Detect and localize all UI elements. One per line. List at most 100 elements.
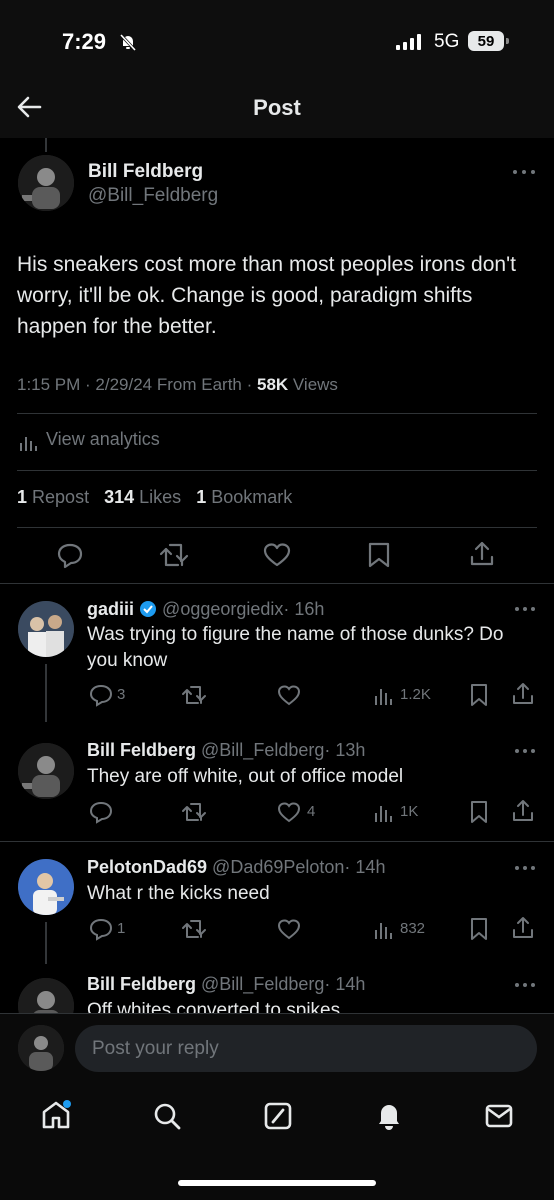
avatar[interactable] bbox=[18, 978, 74, 1014]
author-handle[interactable]: @Bill_Feldberg bbox=[88, 185, 218, 207]
heart-icon[interactable] bbox=[277, 917, 301, 941]
reply-header: gadiii @oggeorgiedix· 16h bbox=[87, 599, 324, 620]
reply-item[interactable]: Bill Feldberg @Bill_Feldberg· 14h Off wh… bbox=[0, 964, 554, 1014]
views-count: 58K bbox=[256, 375, 289, 394]
tweet-meta: 1:15 PM · 2/29/24 From Earth · 58K Views bbox=[17, 375, 338, 395]
reply-actions: 3 1.2K bbox=[87, 682, 537, 708]
more-horizontal-icon[interactable] bbox=[514, 864, 536, 872]
reply-actions: 4 1K bbox=[87, 799, 537, 825]
bell-slash-icon bbox=[119, 33, 137, 52]
likes-count: 314 bbox=[104, 487, 135, 507]
avatar[interactable] bbox=[18, 155, 74, 211]
bell-icon[interactable] bbox=[374, 1100, 404, 1132]
reply-icon[interactable] bbox=[89, 800, 113, 824]
reply-header: PelotonDad69 @Dad69Peloton· 14h bbox=[87, 857, 385, 878]
reply-author-name[interactable]: gadiii bbox=[87, 599, 134, 619]
view-analytics-label: View analytics bbox=[46, 429, 160, 449]
search-icon[interactable] bbox=[152, 1101, 182, 1131]
reply-time[interactable]: · 16h bbox=[283, 599, 324, 619]
bookmark-icon[interactable] bbox=[469, 917, 489, 941]
reply-text: Was trying to figure the name of those d… bbox=[87, 624, 504, 671]
repost-icon[interactable] bbox=[181, 800, 207, 824]
reposts-stat[interactable]: 1 Repost bbox=[17, 487, 89, 507]
bookmarks-stat[interactable]: 1 Bookmark bbox=[196, 487, 292, 507]
bottom-nav bbox=[0, 1085, 554, 1200]
avatar[interactable] bbox=[18, 859, 74, 915]
divider bbox=[17, 470, 537, 471]
bookmarks-count: 1 bbox=[196, 487, 207, 507]
bookmark-icon[interactable] bbox=[469, 683, 489, 707]
reply-item[interactable]: gadiii @oggeorgiedix· 16h Was trying to … bbox=[0, 584, 554, 722]
reply-item[interactable]: PelotonDad69 @Dad69Peloton· 14h What r t… bbox=[0, 842, 554, 964]
reply-author-handle[interactable]: @Bill_Feldberg bbox=[201, 974, 324, 994]
bar-chart-icon[interactable] bbox=[374, 684, 394, 706]
battery-level: 59 bbox=[477, 33, 495, 50]
reply-icon[interactable] bbox=[89, 683, 113, 707]
bar-chart-icon[interactable] bbox=[374, 918, 394, 940]
reply-author-handle[interactable]: @oggeorgiedix bbox=[162, 599, 283, 619]
divider bbox=[17, 413, 537, 414]
page-title: Post bbox=[253, 95, 301, 120]
thread-line bbox=[45, 922, 47, 964]
engagement-stats: 1 Repost 314 Likes 1 Bookmark bbox=[17, 487, 292, 508]
share-icon[interactable] bbox=[511, 916, 535, 940]
heart-icon[interactable] bbox=[277, 800, 301, 824]
bar-chart-icon[interactable] bbox=[374, 801, 394, 823]
reply-count: 3 bbox=[117, 686, 126, 703]
reply-time[interactable]: · 13h bbox=[324, 740, 365, 760]
bookmark-icon[interactable] bbox=[469, 800, 489, 824]
heart-icon[interactable] bbox=[263, 541, 291, 569]
reply-input[interactable]: Post your reply bbox=[75, 1025, 537, 1072]
likes-stat[interactable]: 314 Likes bbox=[104, 487, 181, 507]
reply-author-name[interactable]: Bill Feldberg bbox=[87, 740, 196, 760]
reply-text: Off whites converted to spikes bbox=[87, 1000, 341, 1014]
avatar[interactable] bbox=[18, 601, 74, 657]
reposts-count: 1 bbox=[17, 487, 28, 507]
reply-text: They are off white, out of office model bbox=[87, 766, 404, 787]
signal-icon bbox=[396, 34, 421, 50]
reply-item[interactable]: Bill Feldberg @Bill_Feldberg· 13h They a… bbox=[0, 722, 554, 842]
divider bbox=[17, 527, 537, 528]
share-icon[interactable] bbox=[511, 682, 535, 706]
reply-input-placeholder: Post your reply bbox=[92, 1038, 219, 1059]
reply-time[interactable]: · 14h bbox=[324, 974, 365, 994]
reply-author-name[interactable]: PelotonDad69 bbox=[87, 857, 207, 877]
more-horizontal-icon[interactable] bbox=[514, 605, 536, 613]
avatar[interactable] bbox=[18, 743, 74, 799]
views-count: 1.2K bbox=[400, 686, 431, 703]
like-count: 4 bbox=[307, 803, 316, 820]
reply-header: Bill Feldberg @Bill_Feldberg· 13h bbox=[87, 740, 365, 761]
more-horizontal-icon[interactable] bbox=[514, 747, 536, 755]
home-icon[interactable] bbox=[40, 1099, 72, 1131]
author-name[interactable]: Bill Feldberg bbox=[88, 161, 203, 183]
reply-header: Bill Feldberg @Bill_Feldberg· 14h bbox=[87, 974, 365, 995]
heart-icon[interactable] bbox=[277, 683, 301, 707]
reply-author-handle[interactable]: @Bill_Feldberg bbox=[201, 740, 324, 760]
home-indicator bbox=[178, 1180, 376, 1186]
verified-badge-icon bbox=[140, 601, 157, 617]
reply-time[interactable]: · 14h bbox=[344, 857, 385, 877]
more-horizontal-icon[interactable] bbox=[512, 168, 536, 176]
repost-icon[interactable] bbox=[181, 917, 207, 941]
likes-label: Likes bbox=[139, 487, 182, 507]
tweet-timestamp[interactable]: 1:15 PM · 2/29/24 From Earth · bbox=[17, 375, 257, 394]
share-icon[interactable] bbox=[511, 799, 535, 823]
bookmark-icon[interactable] bbox=[367, 541, 391, 569]
reply-author-handle[interactable]: @Dad69Peloton bbox=[212, 857, 344, 877]
share-icon[interactable] bbox=[468, 540, 496, 568]
thread-line bbox=[45, 138, 47, 152]
more-horizontal-icon[interactable] bbox=[514, 981, 536, 989]
tweet-text: His sneakers cost more than most peoples… bbox=[17, 253, 516, 338]
reply-count: 1 bbox=[117, 920, 126, 937]
envelope-icon[interactable] bbox=[484, 1103, 514, 1129]
reply-icon[interactable] bbox=[56, 541, 84, 569]
network-label: 5G bbox=[434, 31, 460, 52]
views-count: 832 bbox=[400, 920, 426, 937]
reply-composer: Post your reply bbox=[0, 1013, 554, 1086]
reply-icon[interactable] bbox=[89, 917, 113, 941]
reposts-label: Repost bbox=[32, 487, 90, 507]
repost-icon[interactable] bbox=[159, 541, 189, 569]
slash-box-icon[interactable] bbox=[263, 1101, 293, 1131]
reply-author-name[interactable]: Bill Feldberg bbox=[87, 974, 196, 994]
repost-icon[interactable] bbox=[181, 683, 207, 707]
